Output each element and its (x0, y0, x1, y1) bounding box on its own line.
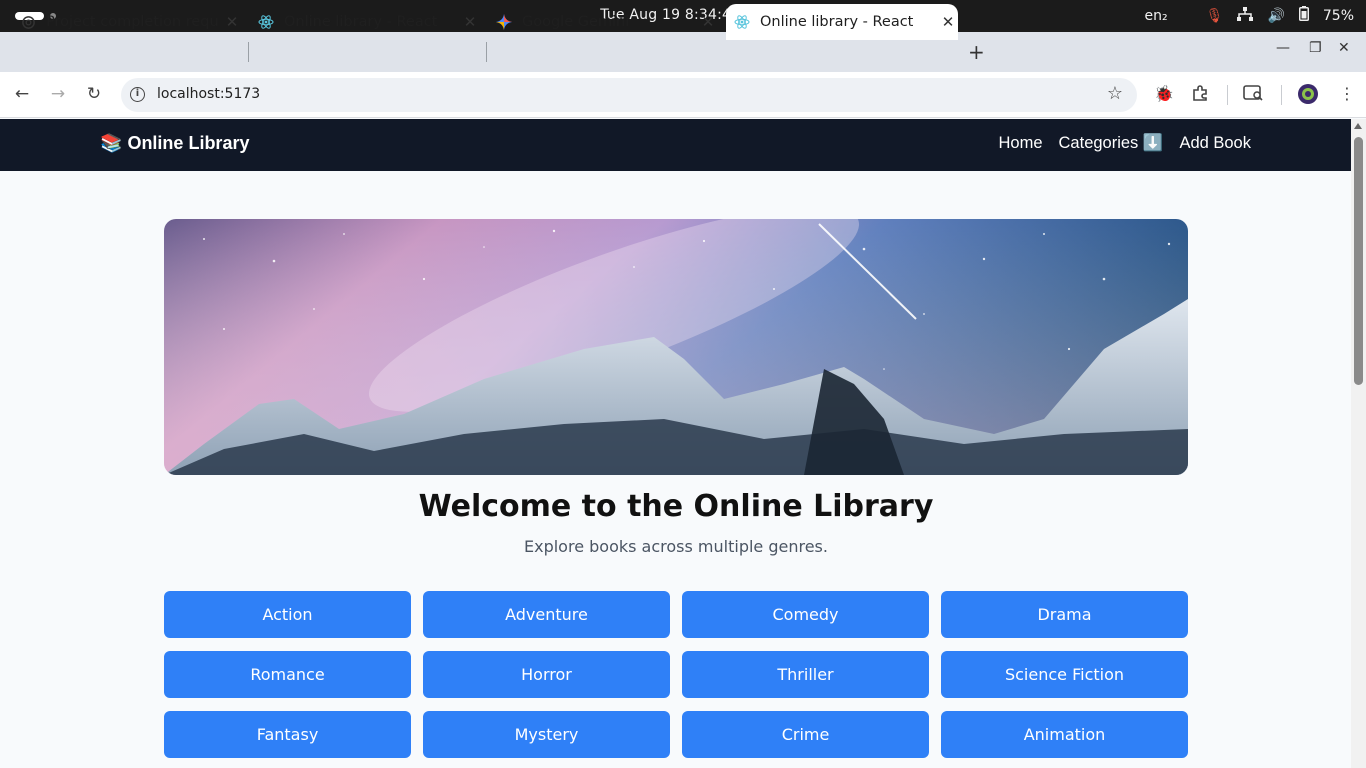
more-menu-icon[interactable]: ⋮ (1339, 84, 1355, 103)
system-tray[interactable]: en₂ 🎙 🔊 75% (1145, 6, 1354, 25)
nav-links: Home Categories ⬇️ Add Book (999, 134, 1252, 153)
genre-button-action[interactable]: Action (164, 591, 411, 638)
nav-add-book-link[interactable]: Add Book (1179, 134, 1251, 153)
forward-button[interactable]: → (46, 84, 70, 104)
url-text[interactable]: localhost:5173 (157, 86, 260, 102)
close-icon[interactable]: ✕ (698, 13, 718, 31)
nav-home-link[interactable]: Home (999, 134, 1043, 153)
keyboard-language[interactable]: en₂ (1145, 8, 1168, 24)
scrollbar-thumb[interactable] (1354, 137, 1363, 385)
site-info-icon[interactable]: i (130, 87, 145, 102)
back-button[interactable]: ← (10, 84, 34, 104)
books-icon: 📚 (100, 133, 123, 153)
tab-separator (486, 42, 487, 62)
browser-toolbar: ← → ↻ i localhost:5173 ☆ 🐞 ⋮ (0, 72, 1366, 118)
tab-search-icon[interactable] (1243, 84, 1263, 106)
tab-online-library-active[interactable]: Online library - React ✕ (726, 4, 958, 40)
react-icon (734, 14, 750, 30)
battery-icon (1298, 6, 1309, 25)
bookmark-star-icon[interactable]: ☆ (1107, 83, 1123, 104)
tab-label: Online library - React (760, 14, 914, 30)
scroll-up-arrow-icon[interactable] (1354, 123, 1362, 129)
tab-label: Project completion requ (46, 14, 219, 30)
gemini-icon (496, 14, 512, 30)
tab-separator (248, 42, 249, 62)
genre-button-mystery[interactable]: Mystery (423, 711, 670, 758)
address-bar[interactable]: i localhost:5173 ☆ (121, 78, 1137, 112)
extensions-icon[interactable] (1191, 84, 1209, 106)
network-icon (1237, 6, 1254, 25)
tab-label: Google Gemini (522, 14, 630, 30)
profile-avatar[interactable] (1297, 83, 1319, 109)
close-icon[interactable]: ✕ (938, 13, 958, 31)
genre-button-animation[interactable]: Animation (941, 711, 1188, 758)
genre-button-crime[interactable]: Crime (682, 711, 929, 758)
close-icon[interactable]: ✕ (222, 13, 242, 31)
page-scrollbar[interactable] (1351, 119, 1366, 768)
page-viewport: 📚 Online Library Home Categories ⬇️ Add … (0, 119, 1351, 768)
tab-google-gemini[interactable]: Google Gemini ✕ (488, 4, 718, 40)
genre-grid: Action Adventure Comedy Drama Romance Ho… (164, 591, 1188, 758)
toolbar-separator (1227, 85, 1228, 105)
genre-button-drama[interactable]: Drama (941, 591, 1188, 638)
welcome-heading: Welcome to the Online Library (418, 489, 934, 524)
genre-button-fantasy[interactable]: Fantasy (164, 711, 411, 758)
close-icon[interactable]: ✕ (460, 13, 480, 31)
genre-button-science-fiction[interactable]: Science Fiction (941, 651, 1188, 698)
genre-button-adventure[interactable]: Adventure (423, 591, 670, 638)
site-navbar: 📚 Online Library Home Categories ⬇️ Add … (0, 119, 1351, 171)
genre-button-comedy[interactable]: Comedy (682, 591, 929, 638)
welcome-subtitle: Explore books across multiple genres. (524, 537, 828, 556)
close-window-button[interactable]: ✕ (1338, 40, 1350, 56)
hero-banner-image (164, 219, 1188, 475)
tab-project-completion[interactable]: Project completion requ ✕ (12, 4, 242, 40)
tab-label: Online library - React (284, 14, 438, 30)
genre-button-thriller[interactable]: Thriller (682, 651, 929, 698)
toolbar-separator (1281, 85, 1282, 105)
react-icon (258, 14, 274, 30)
reload-button[interactable]: ↻ (82, 84, 106, 104)
openai-icon (20, 14, 36, 30)
genre-button-romance[interactable]: Romance (164, 651, 411, 698)
tab-online-library-1[interactable]: Online library - React ✕ (250, 4, 480, 40)
bug-extension-icon[interactable]: 🐞 (1154, 84, 1174, 103)
brand-label: Online Library (127, 133, 250, 153)
minimize-button[interactable]: — (1276, 40, 1290, 56)
nav-categories-link[interactable]: Categories ⬇️ (1059, 134, 1164, 153)
restore-button[interactable]: ❐ (1309, 40, 1322, 56)
genre-button-horror[interactable]: Horror (423, 651, 670, 698)
microphone-icon: 🎙 (1205, 7, 1224, 24)
new-tab-button[interactable]: + (968, 40, 985, 64)
site-brand[interactable]: 📚 Online Library (100, 133, 249, 154)
battery-percent: 75% (1322, 7, 1354, 24)
volume-icon: 🔊 (1267, 7, 1285, 24)
